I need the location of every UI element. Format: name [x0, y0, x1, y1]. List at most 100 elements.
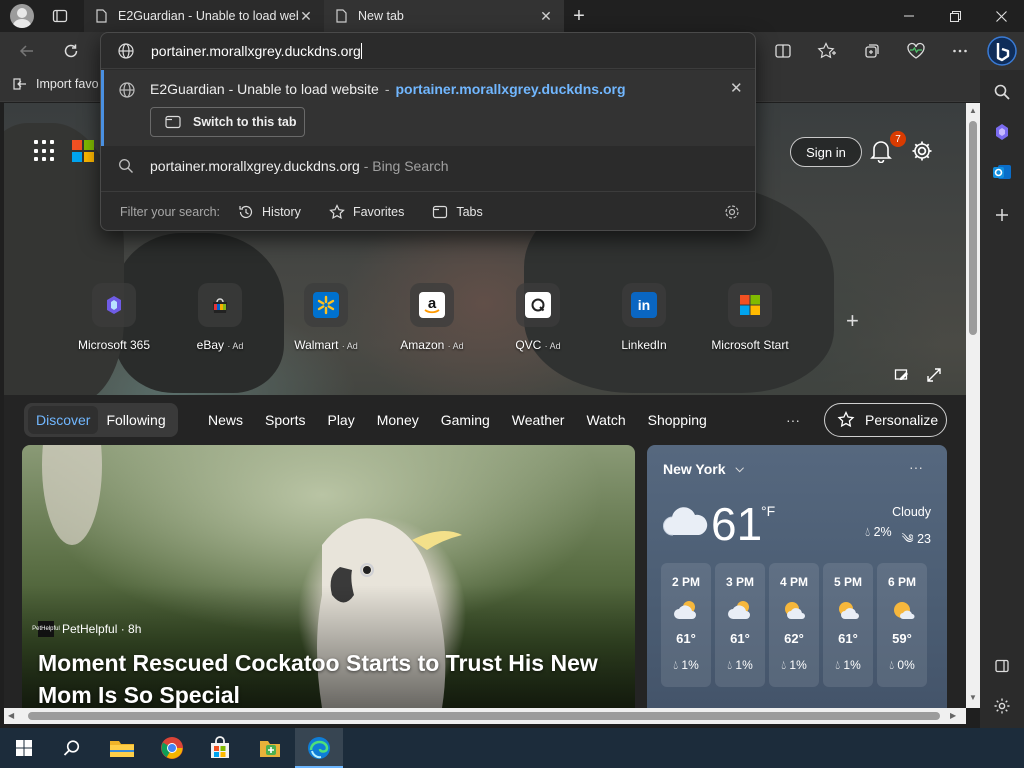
- refresh-button[interactable]: [56, 36, 86, 66]
- quick-link-ebay[interactable]: eBay · Ad: [180, 283, 260, 352]
- nav-shopping[interactable]: Shopping: [648, 412, 707, 428]
- partly-cloudy-icon: [672, 599, 700, 621]
- article-title[interactable]: Moment Rescued Cockatoo Starts to Trust …: [38, 647, 618, 708]
- suggestion-open-tab[interactable]: E2Guardian - Unable to load website - port…: [101, 70, 755, 146]
- nav-weather[interactable]: Weather: [512, 412, 565, 428]
- feed-body: PetHelpful PetHelpful · 8h Moment Rescue…: [4, 445, 966, 708]
- personalize-button[interactable]: Personalize: [824, 403, 947, 437]
- address-input-value[interactable]: portainer.morallxgrey.duckdns.org: [151, 43, 361, 59]
- tabs-icon: [433, 205, 448, 218]
- filter-favorites[interactable]: Favorites: [329, 203, 404, 220]
- search-icon[interactable]: [990, 80, 1014, 104]
- windows-start-icon[interactable]: [0, 728, 48, 768]
- chrome-icon[interactable]: [148, 728, 196, 768]
- new-tab-button[interactable]: +: [566, 4, 592, 28]
- add-quick-link-icon[interactable]: +: [846, 308, 859, 334]
- settings-more-icon[interactable]: [945, 36, 975, 66]
- quick-link-qvc[interactable]: QVC · Ad: [498, 283, 578, 352]
- filter-history[interactable]: History: [238, 204, 301, 220]
- hide-sidebar-icon[interactable]: [990, 654, 1014, 678]
- copilot-icon[interactable]: [986, 35, 1018, 67]
- hero-article-card[interactable]: PetHelpful PetHelpful · 8h Moment Rescue…: [22, 445, 635, 708]
- nav-gaming[interactable]: Gaming: [441, 412, 490, 428]
- collections-icon[interactable]: [857, 36, 887, 66]
- discover-tab[interactable]: Discover: [28, 406, 99, 434]
- following-tab[interactable]: Following: [98, 406, 173, 434]
- split-screen-icon[interactable]: [768, 36, 798, 66]
- nav-play[interactable]: Play: [327, 412, 354, 428]
- taskbar-search-icon[interactable]: [48, 728, 96, 768]
- nav-watch[interactable]: Watch: [586, 412, 625, 428]
- raindrop-icon: 💧︎: [835, 658, 841, 672]
- tab-e2guardian[interactable]: E2Guardian - Unable to load website ✕: [84, 0, 324, 32]
- nav-sports[interactable]: Sports: [265, 412, 305, 428]
- raindrop-icon: 💧︎: [865, 525, 871, 539]
- horizontal-scrollbar-thumb[interactable]: [28, 712, 940, 720]
- browser-essentials-icon[interactable]: [901, 36, 931, 66]
- switch-to-tab-button[interactable]: Switch to this tab: [150, 107, 305, 137]
- tab-actions-icon[interactable]: [51, 7, 69, 25]
- hour-forecast[interactable]: 2 PM 61° 💧︎ 1%: [661, 563, 711, 687]
- app-folder-icon[interactable]: [246, 728, 294, 768]
- suggestion-bing-search[interactable]: portainer.morallxgrey.duckdns.org - Bing…: [101, 149, 755, 183]
- quick-link-linkedin[interactable]: in LinkedIn: [604, 283, 684, 352]
- import-favorites-button[interactable]: Import favo: [12, 76, 99, 92]
- expand-background-icon[interactable]: [926, 367, 942, 383]
- linkedin-icon: in: [631, 292, 657, 318]
- favorites-icon[interactable]: [812, 36, 842, 66]
- quick-link-walmart[interactable]: Walmart · Ad: [286, 283, 366, 352]
- tab-new-tab[interactable]: New tab ✕: [324, 0, 564, 32]
- close-tab-icon[interactable]: ✕: [538, 8, 554, 24]
- hour-forecast[interactable]: 4 PM 62° 💧︎ 1%: [769, 563, 819, 687]
- nav-news[interactable]: News: [208, 412, 243, 428]
- back-button[interactable]: [12, 36, 42, 66]
- svg-text:a: a: [428, 295, 437, 312]
- microsoft-logo-icon[interactable]: [72, 140, 94, 162]
- profile-avatar[interactable]: [10, 4, 34, 28]
- minimize-button[interactable]: [886, 0, 932, 32]
- quick-link-microsoft-365[interactable]: Microsoft 365: [74, 283, 154, 352]
- nav-money[interactable]: Money: [377, 412, 419, 428]
- scroll-up-arrow-icon[interactable]: ▲: [969, 106, 977, 115]
- edit-background-icon[interactable]: [894, 367, 910, 383]
- page-settings-icon[interactable]: [910, 139, 934, 163]
- wind-icon: ༄: [901, 532, 914, 546]
- vertical-scrollbar-thumb[interactable]: [969, 121, 977, 335]
- address-bar[interactable]: portainer.morallxgrey.duckdns.org: [101, 33, 755, 69]
- file-explorer-icon[interactable]: [98, 728, 146, 768]
- copilot-sidebar-icon[interactable]: [990, 120, 1014, 144]
- quick-link-amazon[interactable]: a Amazon · Ad: [392, 283, 472, 352]
- scroll-down-arrow-icon[interactable]: ▼: [969, 693, 977, 702]
- scroll-right-arrow-icon[interactable]: ▶: [950, 711, 956, 720]
- add-sidebar-app-icon[interactable]: [990, 203, 1014, 227]
- outlook-icon[interactable]: [990, 160, 1014, 184]
- temperature-unit[interactable]: °F: [761, 503, 775, 519]
- chevron-down-icon: ⌵: [735, 462, 744, 475]
- weather-more-icon[interactable]: ···: [909, 459, 923, 475]
- weather-location[interactable]: New York ⌵: [663, 461, 744, 477]
- close-tab-icon[interactable]: ✕: [298, 8, 314, 24]
- precipitation-stat: 💧︎ 2%: [865, 525, 892, 539]
- app-launcher-icon[interactable]: [34, 140, 56, 162]
- vertical-scrollbar[interactable]: ▲ ▼: [966, 103, 980, 708]
- horizontal-scrollbar[interactable]: ◀ ▶: [4, 708, 966, 724]
- tab-icon: [165, 115, 181, 129]
- hour-forecast[interactable]: 5 PM 61° 💧︎ 1%: [823, 563, 873, 687]
- partly-cloudy-icon: [726, 599, 754, 621]
- remove-suggestion-icon[interactable]: ✕: [730, 79, 743, 97]
- article-source[interactable]: PetHelpful PetHelpful · 8h: [32, 621, 141, 637]
- microsoft-store-icon[interactable]: [196, 728, 244, 768]
- sign-in-button[interactable]: Sign in: [790, 137, 862, 167]
- search-settings-gear-icon[interactable]: [723, 203, 741, 221]
- close-window-button[interactable]: [978, 0, 1024, 32]
- edge-taskbar-icon[interactable]: [295, 728, 343, 768]
- quick-link-microsoft-start[interactable]: Microsoft Start: [710, 283, 790, 352]
- restore-button[interactable]: [932, 0, 978, 32]
- hour-forecast[interactable]: 6 PM 59° 💧︎ 0%: [877, 563, 927, 687]
- hour-forecast[interactable]: 3 PM 61° 💧︎ 1%: [715, 563, 765, 687]
- sidebar-settings-icon[interactable]: [990, 694, 1014, 718]
- more-categories-button[interactable]: ···: [786, 412, 800, 428]
- scroll-left-arrow-icon[interactable]: ◀: [8, 711, 14, 720]
- filter-tabs[interactable]: Tabs: [432, 204, 483, 220]
- weather-card[interactable]: New York ⌵ ··· 61 °F Cloudy 💧︎ 2% ༄ 23 2…: [647, 445, 947, 708]
